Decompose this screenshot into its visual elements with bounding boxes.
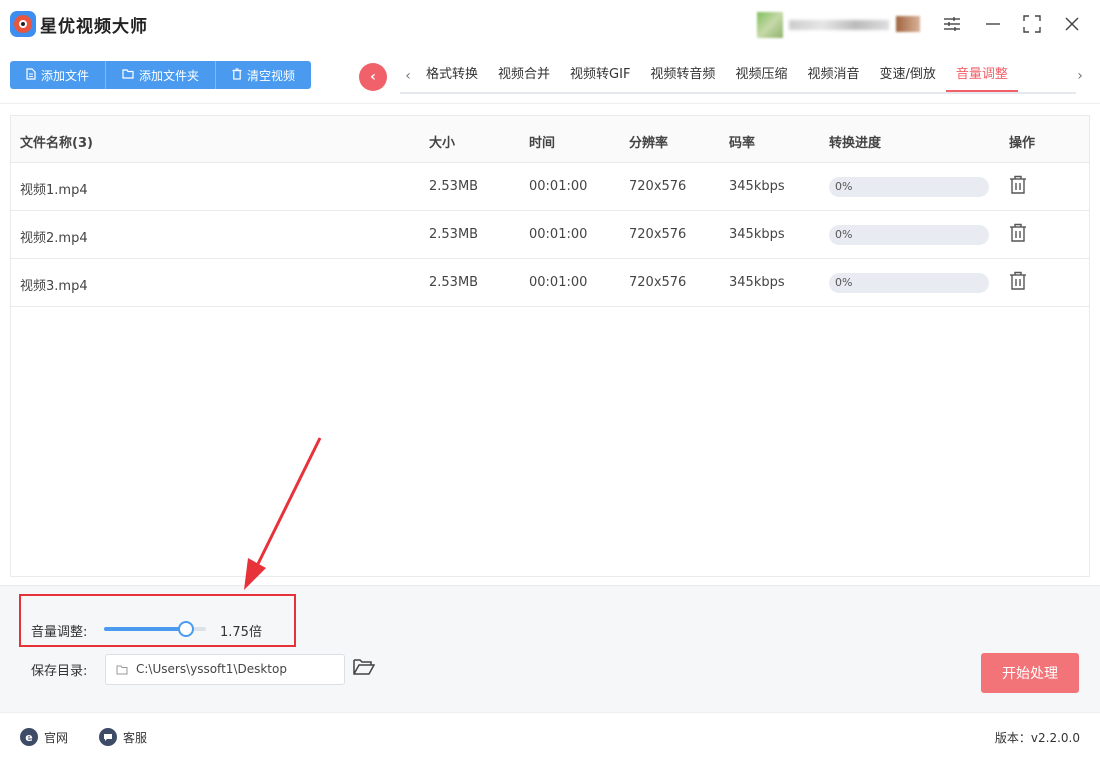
header-name: 文件名称(3) [20, 136, 93, 151]
progress-text: 0% [835, 228, 853, 241]
tab-video-compress[interactable]: 视频压缩 [725, 60, 797, 92]
file-size: 2.53MB [429, 275, 479, 290]
website-label: 官网 [44, 730, 69, 745]
open-folder-icon[interactable] [353, 658, 377, 680]
table-row[interactable]: 视频3.mp4 2.53MB 00:01:00 720x576 345kbps … [11, 259, 1089, 307]
volume-label: 音量调整: [31, 625, 88, 640]
version-text: 版本：v2.2.0.0 [994, 731, 1080, 745]
file-name: 视频1.mp4 [20, 183, 88, 198]
clear-videos-button[interactable]: 清空视频 [216, 61, 312, 89]
file-size: 2.53MB [429, 227, 479, 242]
tab-scroll-left-icon[interactable]: ‹ [400, 68, 416, 84]
account-name-blurred [789, 20, 889, 30]
clear-videos-label: 清空视频 [247, 68, 296, 83]
delete-trash-icon[interactable] [1009, 223, 1027, 243]
annotation-arrow [244, 437, 322, 590]
delete-trash-icon[interactable] [1009, 175, 1027, 195]
table-header: 文件名称(3) 大小 时间 分辨率 码率 转换进度 操作 [11, 116, 1089, 163]
volume-slider-handle[interactable] [178, 621, 194, 637]
file-duration: 00:01:00 [529, 227, 588, 242]
start-process-button[interactable]: 开始处理 [981, 653, 1079, 693]
file-resolution: 720x576 [629, 179, 687, 194]
close-icon[interactable] [1060, 12, 1084, 36]
delete-trash-icon[interactable] [1009, 271, 1027, 291]
customer-service-link[interactable]: 客服 [99, 728, 147, 746]
volume-slider[interactable] [104, 621, 206, 637]
table-row[interactable]: 视频1.mp4 2.53MB 00:01:00 720x576 345kbps … [11, 163, 1089, 211]
add-file-label: 添加文件 [41, 68, 90, 83]
progress-bar: 0% [829, 225, 989, 245]
trash-icon [232, 67, 242, 83]
settings-sliders-icon[interactable] [940, 12, 964, 36]
folder-icon [122, 68, 134, 82]
save-dir-input[interactable]: C:\Users\yssoft1\Desktop [105, 654, 345, 685]
tab-format-convert[interactable]: 格式转换 [416, 60, 488, 92]
toolbar-divider [0, 103, 1100, 104]
progress-bar: 0% [829, 177, 989, 197]
file-size: 2.53MB [429, 179, 479, 194]
header-bitrate: 码率 [729, 136, 756, 151]
function-tabs: ‹ 格式转换 视频合并 视频转GIF 视频转音频 视频压缩 视频消音 变速/倒放… [400, 60, 1083, 94]
user-account-blurred[interactable] [757, 12, 922, 38]
file-toolbar: 添加文件 添加文件夹 清空视频 [10, 61, 312, 89]
footer: e 官网 客服 版本：v2.2.0.0 [0, 712, 1100, 760]
tab-volume-adjust[interactable]: 音量调整 [945, 60, 1018, 92]
file-bitrate: 345kbps [729, 275, 785, 290]
file-resolution: 720x576 [629, 275, 687, 290]
save-dir-label: 保存目录: [31, 664, 88, 679]
file-table: 文件名称(3) 大小 时间 分辨率 码率 转换进度 操作 视频1.mp4 2.5… [10, 115, 1090, 577]
minimize-icon[interactable] [981, 12, 1005, 36]
tab-scroll-right-icon[interactable]: › [1072, 68, 1088, 84]
app-title: 星优视频大师 [40, 17, 148, 37]
tab-speed-reverse[interactable]: 变速/倒放 [869, 60, 945, 92]
tab-video-merge[interactable]: 视频合并 [488, 60, 560, 92]
website-link[interactable]: e 官网 [20, 728, 68, 746]
file-duration: 00:01:00 [529, 179, 588, 194]
title-bar: 星优视频大师 [0, 0, 1100, 48]
add-folder-label: 添加文件夹 [139, 68, 200, 83]
add-file-button[interactable]: 添加文件 [10, 61, 107, 89]
header-action: 操作 [1009, 136, 1036, 151]
progress-text: 0% [835, 276, 853, 289]
ie-browser-icon: e [20, 728, 38, 746]
table-row[interactable]: 视频2.mp4 2.53MB 00:01:00 720x576 345kbps … [11, 211, 1089, 259]
tab-video-to-gif[interactable]: 视频转GIF [560, 60, 640, 92]
chat-bubble-icon [99, 728, 117, 746]
tab-video-to-audio[interactable]: 视频转音频 [640, 60, 725, 92]
save-dir-path: C:\Users\yssoft1\Desktop [136, 662, 287, 676]
vip-badge-icon [896, 16, 920, 32]
header-size: 大小 [429, 136, 456, 151]
header-progress: 转换进度 [829, 136, 882, 151]
file-bitrate: 345kbps [729, 179, 785, 194]
file-duration: 00:01:00 [529, 275, 588, 290]
file-bitrate: 345kbps [729, 227, 785, 242]
progress-bar: 0% [829, 273, 989, 293]
tab-video-mute[interactable]: 视频消音 [797, 60, 869, 92]
avatar[interactable] [757, 12, 783, 38]
file-name: 视频2.mp4 [20, 231, 88, 246]
header-time: 时间 [529, 136, 556, 151]
maximize-icon[interactable] [1020, 12, 1044, 36]
collapse-sidebar-button[interactable]: ‹ [359, 63, 387, 91]
file-resolution: 720x576 [629, 227, 687, 242]
file-name: 视频3.mp4 [20, 279, 88, 294]
customer-service-label: 客服 [123, 730, 148, 745]
progress-text: 0% [835, 180, 853, 193]
header-resolution: 分辨率 [629, 136, 669, 151]
volume-value: 1.75倍 [220, 625, 262, 640]
file-icon [26, 67, 36, 83]
app-logo-icon [10, 11, 36, 37]
folder-outline-icon [116, 655, 128, 684]
add-folder-button[interactable]: 添加文件夹 [106, 61, 217, 89]
chevron-left-icon: ‹ [370, 69, 376, 85]
